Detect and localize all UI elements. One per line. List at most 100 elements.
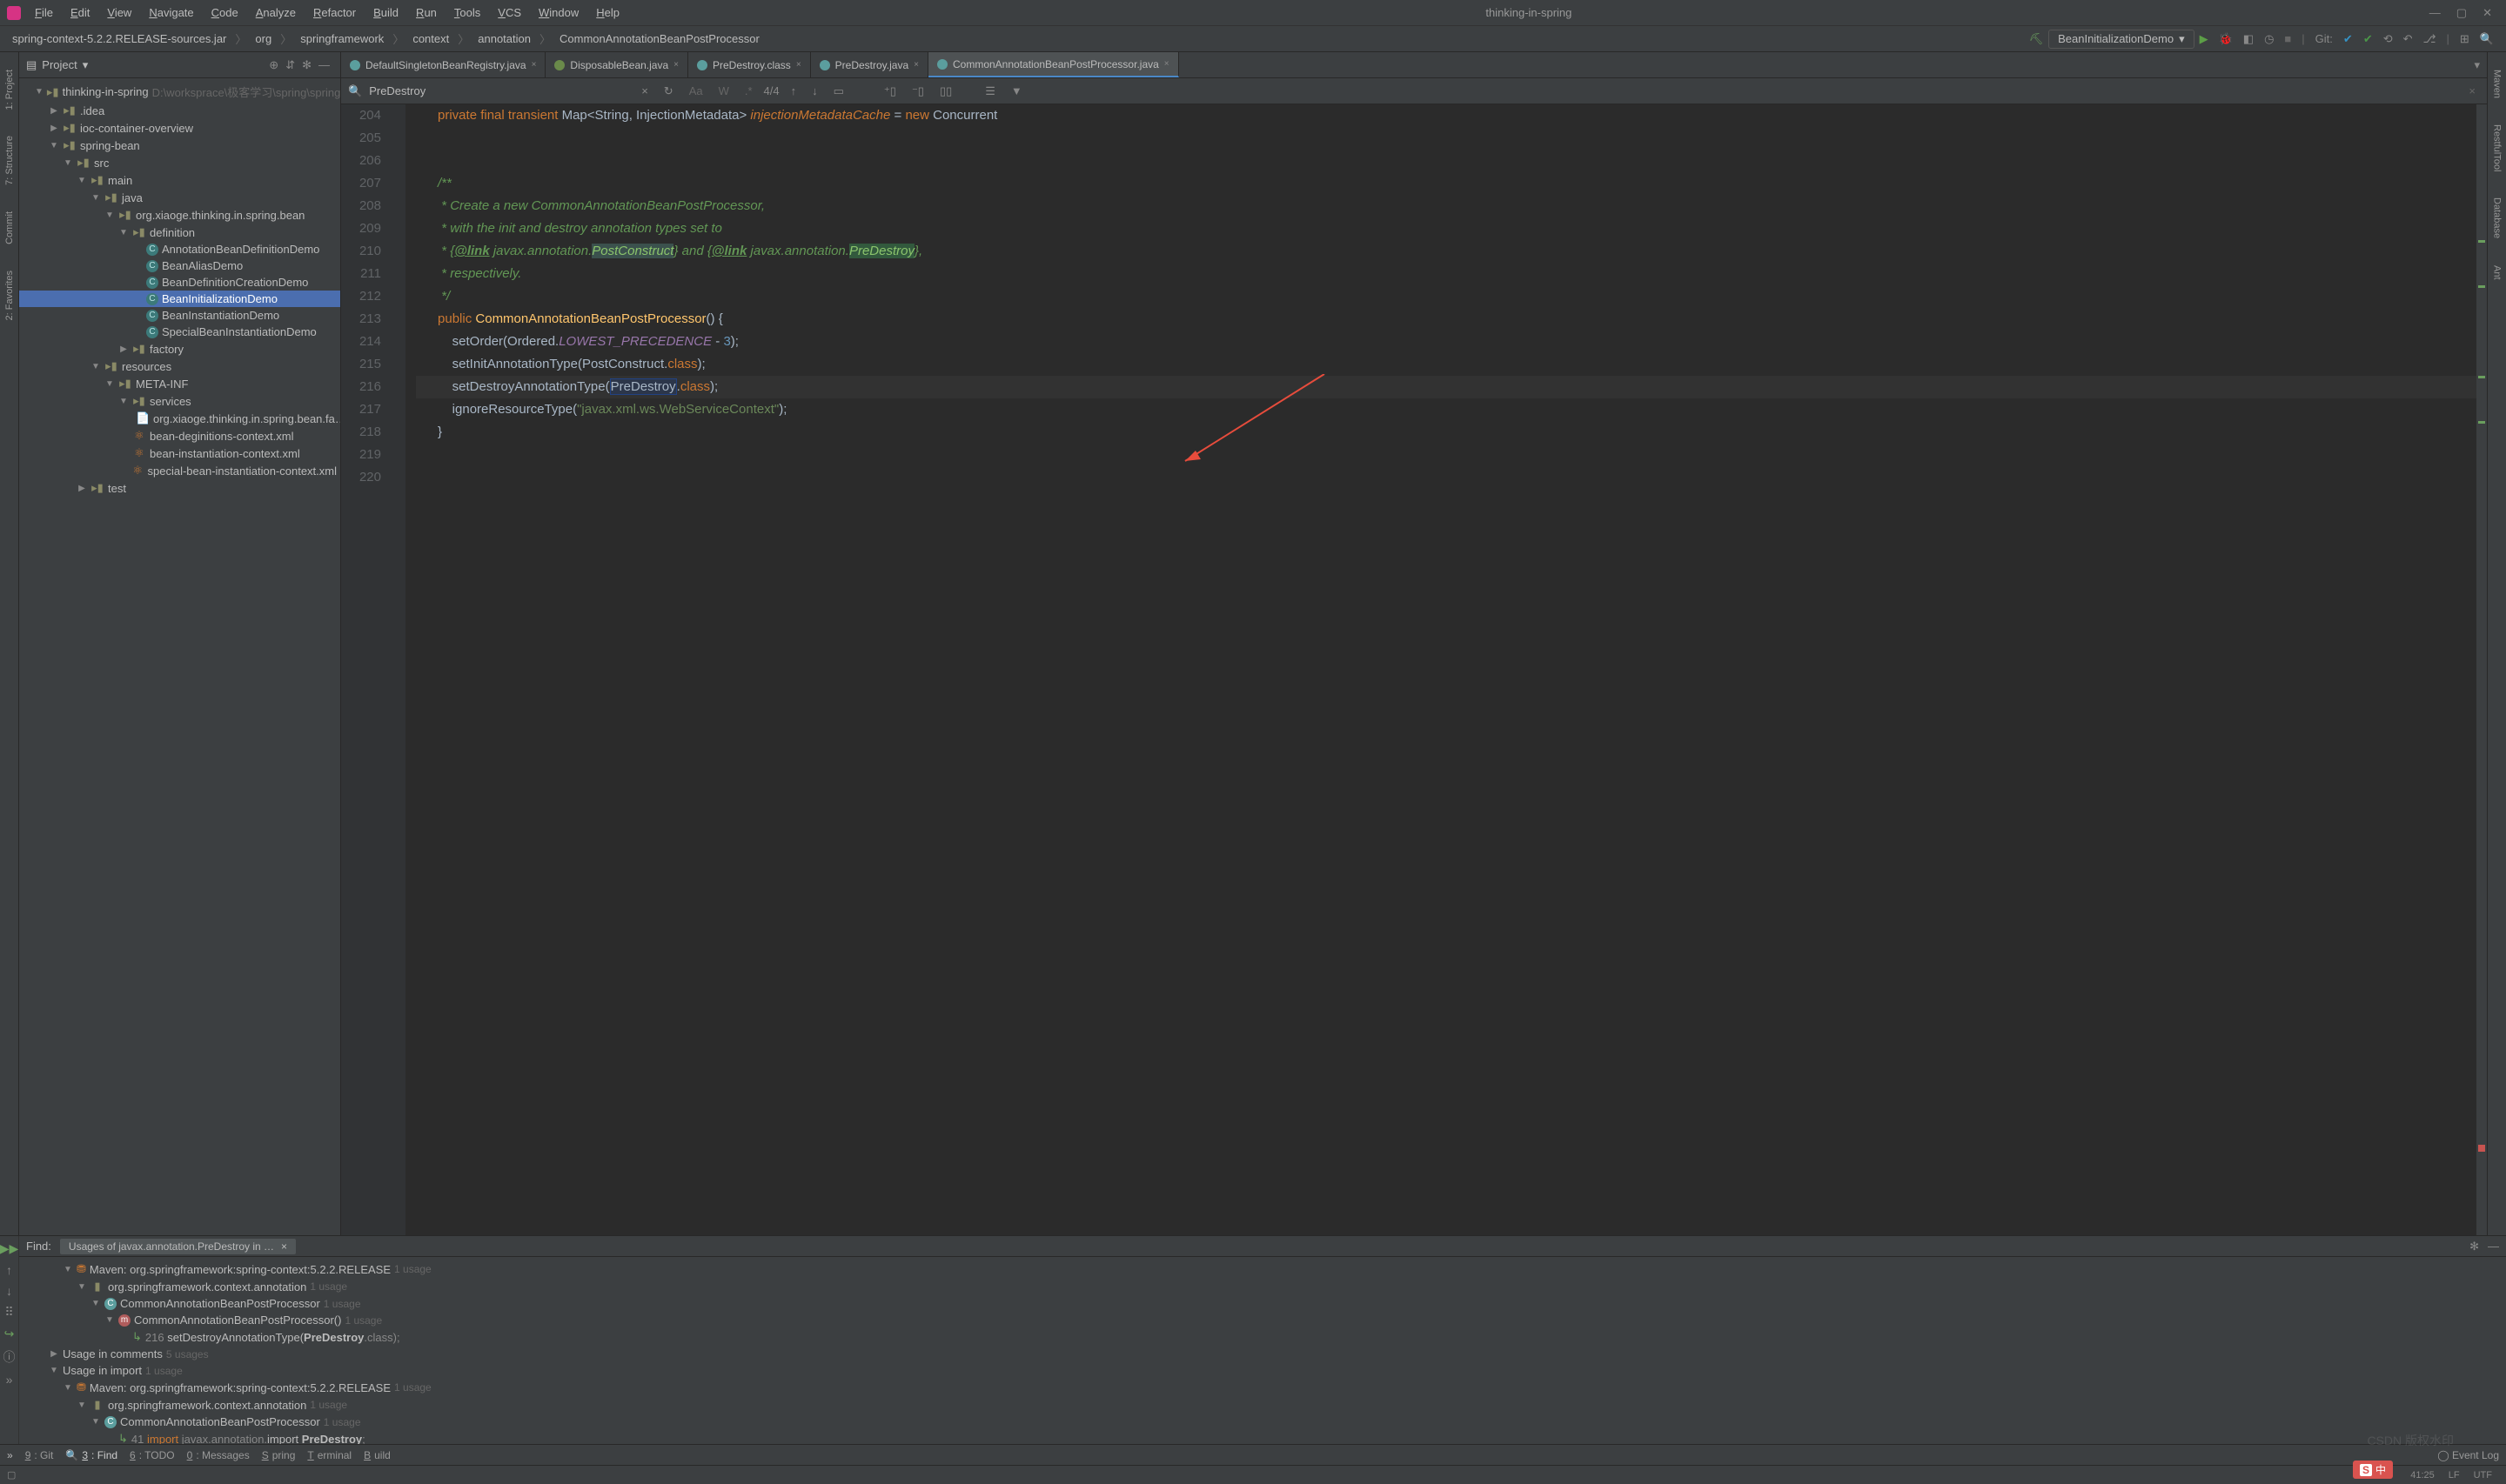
breadcrumb-item[interactable]: context (407, 30, 454, 47)
regex-icon[interactable]: .* (745, 84, 753, 97)
tree-item[interactable]: ▶▸▮test (19, 479, 340, 497)
down-icon[interactable]: ↓ (6, 1284, 12, 1298)
tree-item[interactable]: CBeanDefinitionCreationDemo (19, 274, 340, 291)
editor-tab[interactable]: CommonAnnotationBeanPostProcessor.java× (928, 52, 1179, 77)
editor-tab[interactable]: PreDestroy.java× (811, 52, 928, 77)
add-selection-icon[interactable]: ⁺▯ (884, 84, 896, 98)
file-encoding[interactable]: UTF (2474, 1470, 2492, 1481)
breadcrumb-item[interactable]: org (250, 30, 277, 47)
bottom-tab[interactable]: Build (364, 1449, 391, 1461)
bottom-tab[interactable]: 0: Messages (187, 1449, 250, 1461)
tree-item[interactable]: ▼▸▮main (19, 171, 340, 189)
filter-settings-icon[interactable]: ☰ (985, 84, 995, 98)
tree-item[interactable]: CSpecialBeanInstantiationDemo (19, 324, 340, 340)
tree-item[interactable]: ▼▸▮thinking-in-spring D:\worksprace\极客学习… (19, 82, 340, 102)
tree-item[interactable]: ▼▸▮META-INF (19, 375, 340, 392)
rerun-icon[interactable]: ▶▶ (0, 1241, 18, 1256)
tree-item[interactable]: ▶▸▮.idea (19, 102, 340, 119)
find-result-item[interactable]: ▼⛃ Maven: org.springframework:spring-con… (19, 1260, 2506, 1278)
stop-icon[interactable]: ■ (2284, 32, 2291, 45)
find-result-item[interactable]: ▼m CommonAnnotationBeanPostProcessor() 1… (19, 1312, 2506, 1328)
bottom-tab[interactable]: Spring (262, 1449, 296, 1461)
close-tab-icon[interactable]: × (673, 60, 679, 70)
event-log-tab[interactable]: ◯ Event Log (2437, 1449, 2499, 1461)
close-tab-icon[interactable]: × (532, 60, 537, 70)
hide-icon[interactable]: — (318, 58, 330, 71)
chevron-down-icon[interactable]: ▾ (83, 58, 89, 72)
expand-icon[interactable]: » (6, 1373, 13, 1387)
menu-run[interactable]: Run (407, 6, 446, 19)
gear-icon[interactable]: ✻ (2469, 1240, 2479, 1253)
tree-item[interactable]: ⚛bean-instantiation-context.xml (19, 445, 340, 462)
tree-item[interactable]: ⚛bean-deginitions-context.xml (19, 427, 340, 445)
tool-tab[interactable]: RestfulTool (2492, 124, 2503, 171)
find-input[interactable] (369, 84, 630, 97)
tree-item[interactable]: ▶▸▮factory (19, 340, 340, 358)
project-tree[interactable]: ▼▸▮thinking-in-spring D:\worksprace\极客学习… (19, 78, 340, 1235)
coverage-icon[interactable]: ◧ (2243, 32, 2254, 46)
bottom-tab[interactable]: 🔍 3: Find (65, 1449, 117, 1461)
update-project-icon[interactable]: ✔ (2343, 32, 2353, 46)
select-all-icon[interactable]: ▭ (834, 84, 844, 98)
more-tabs-icon[interactable]: ▾ (2467, 58, 2487, 72)
debug-icon[interactable]: 🐞 (2219, 32, 2233, 46)
line-separator[interactable]: LF (2449, 1470, 2460, 1481)
close-tab-icon[interactable]: × (281, 1240, 287, 1253)
history-icon[interactable]: ⟲ (2383, 32, 2393, 46)
tree-item[interactable]: CBeanInstantiationDemo (19, 307, 340, 324)
run-config-selector[interactable]: BeanInitializationDemo ▾ (2048, 30, 2194, 49)
gear-icon[interactable]: ✻ (302, 58, 312, 72)
find-results-tree[interactable]: ▼⛃ Maven: org.springframework:spring-con… (19, 1257, 2506, 1444)
revert-icon[interactable]: ↶ (2403, 32, 2413, 46)
tool-tab[interactable]: 7: Structure (4, 136, 15, 185)
select-occurrences-icon[interactable]: ▯▯ (940, 84, 952, 98)
menu-refactor[interactable]: Refactor (305, 6, 365, 19)
quick-access-icon[interactable]: » (7, 1449, 13, 1461)
breadcrumb-item[interactable]: springframework (295, 30, 389, 47)
profile-icon[interactable]: ◷ (2264, 32, 2274, 46)
find-result-item[interactable]: ▼C CommonAnnotationBeanPostProcessor 1 u… (19, 1295, 2506, 1312)
tree-item[interactable]: CAnnotationBeanDefinitionDemo (19, 241, 340, 257)
tree-item[interactable]: ▼▸▮definition (19, 224, 340, 241)
hide-panel-icon[interactable]: — (2488, 1240, 2499, 1253)
export-icon[interactable]: ↪ (4, 1327, 15, 1341)
hammer-icon[interactable]: ⛏ (2029, 32, 2044, 46)
tree-item[interactable]: ▼▸▮java (19, 189, 340, 206)
tree-item[interactable]: ⚛special-bean-instantiation-context.xml (19, 462, 340, 479)
tool-tab[interactable]: Commit (4, 211, 15, 244)
branches-icon[interactable]: ⎇ (2423, 32, 2436, 46)
menu-help[interactable]: Help (587, 6, 628, 19)
remove-selection-icon[interactable]: ⁻▯ (912, 84, 924, 98)
tool-window-quick-access-icon[interactable]: ▢ (7, 1469, 16, 1481)
pin-icon[interactable]: ⓘ (3, 1348, 16, 1366)
tree-item[interactable]: CBeanAliasDemo (19, 257, 340, 274)
menu-view[interactable]: View (98, 6, 140, 19)
close-find-icon[interactable]: × (2469, 84, 2476, 97)
word-icon[interactable]: W (719, 84, 729, 97)
tool-tab[interactable]: Ant (2492, 265, 2503, 280)
code-editor[interactable]: 2042052062072082092102112122132142152162… (341, 104, 2487, 1235)
bottom-tab[interactable]: Terminal (307, 1449, 352, 1461)
history-icon[interactable]: ↻ (664, 84, 673, 98)
search-everywhere-icon[interactable]: ⊞ (2460, 32, 2469, 46)
tree-item[interactable]: ▶▸▮ioc-container-overview (19, 119, 340, 137)
menu-vcs[interactable]: VCS (489, 6, 530, 19)
menu-analyze[interactable]: Analyze (247, 6, 305, 19)
find-result-item[interactable]: ▶ Usage in comments 5 usages (19, 1346, 2506, 1362)
breadcrumb-item[interactable]: annotation (472, 30, 536, 47)
tree-item[interactable]: ▼▸▮src (19, 154, 340, 171)
filter-icon[interactable]: ▼ (1011, 84, 1022, 97)
find-result-item[interactable]: ▼⛃ Maven: org.springframework:spring-con… (19, 1379, 2506, 1396)
clear-icon[interactable]: × (641, 84, 648, 97)
close-tab-icon[interactable]: × (1164, 59, 1169, 69)
tree-item[interactable]: ▼▸▮resources (19, 358, 340, 375)
menu-window[interactable]: Window (530, 6, 587, 19)
tree-item[interactable]: CBeanInitializationDemo (19, 291, 340, 307)
close-tab-icon[interactable]: × (914, 60, 919, 70)
bottom-tab[interactable]: 9: Git (25, 1449, 54, 1461)
menu-build[interactable]: Build (365, 6, 407, 19)
find-result-item[interactable]: ▼C CommonAnnotationBeanPostProcessor 1 u… (19, 1414, 2506, 1430)
project-panel-title[interactable]: Project (42, 58, 77, 71)
menu-code[interactable]: Code (203, 6, 247, 19)
caret-position[interactable]: 41:25 (2410, 1470, 2435, 1481)
